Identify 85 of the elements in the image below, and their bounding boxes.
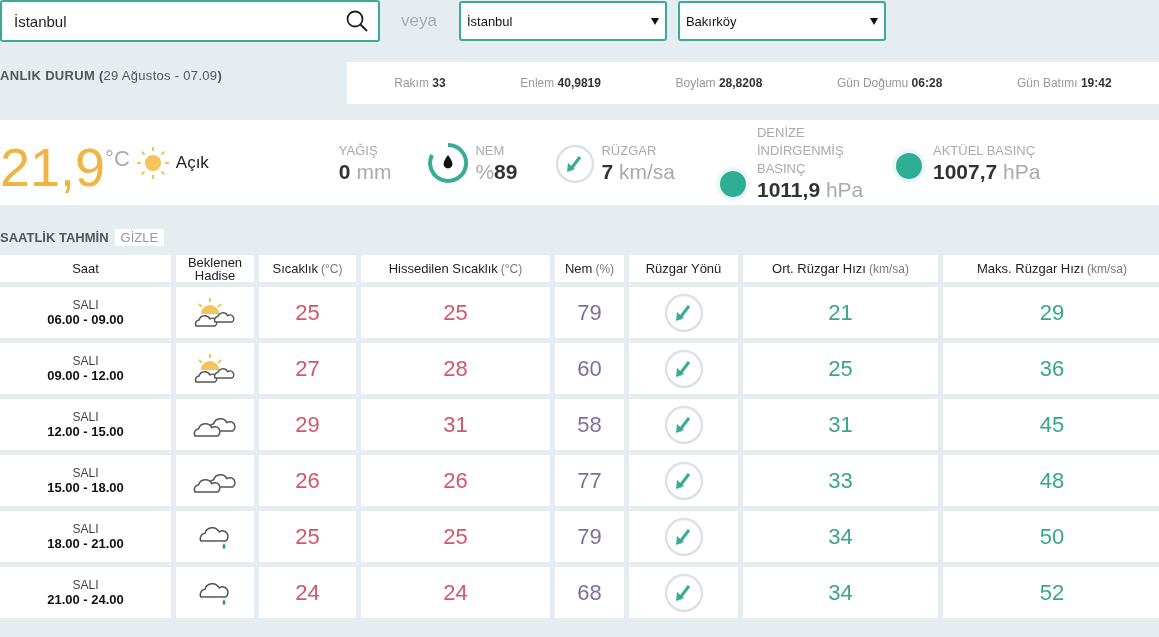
table-cell: 25: [361, 287, 550, 338]
wind-direction-icon: [663, 292, 704, 333]
table-cell: 26: [361, 455, 550, 506]
table-cell: 25: [361, 511, 550, 562]
time-cell: SALI 06.00 - 09.00: [0, 287, 171, 338]
caret-icon: [869, 17, 878, 25]
table-cell: 45: [943, 399, 1159, 450]
column-header: Rüzgar Yönü: [629, 255, 738, 282]
table-cell: 52: [943, 567, 1159, 618]
temperature-value: 21,9: [0, 135, 106, 198]
table-cell: 29: [943, 287, 1159, 338]
column-header: Saat: [0, 255, 171, 282]
stat-value: 0 mm: [338, 159, 392, 184]
time-cell: SALI 09.00 - 12.00: [0, 343, 171, 394]
caret-icon: [650, 17, 659, 25]
table-cell: 24: [361, 567, 550, 618]
table-cell: 60: [555, 343, 624, 394]
location-info-item: Gün Doğumu 06:28: [836, 76, 943, 90]
dropdown-select[interactable]: Bakırköy: [677, 1, 886, 41]
sun-icon: [135, 145, 170, 180]
table-cell: 48: [943, 455, 1159, 506]
table-cell: 25: [743, 343, 938, 394]
search-bar[interactable]: İstanbul: [0, 0, 380, 42]
column-header: Sıcaklık (°C): [259, 255, 356, 282]
wind-direction-icon: [663, 460, 704, 501]
column-header: Beklenen Hadise: [176, 255, 254, 282]
or-label: veya: [401, 11, 437, 31]
sun-behind-clouds-icon: [193, 295, 237, 330]
stat-label: RÜZGAR: [601, 141, 658, 160]
column-header: Ort. Rüzgar Hızı (km/sa): [743, 255, 938, 282]
table-cell: 58: [555, 399, 624, 450]
column-header: Maks. Rüzgar Hızı (km/sa): [943, 255, 1159, 282]
stat-value: 1011,9 hPa: [757, 177, 865, 202]
section-title: ANLIK DURUM (29 Ağustos - 07.09): [0, 68, 223, 83]
pressure-dot-icon: [891, 147, 927, 184]
dropdown-select[interactable]: İstanbul: [458, 1, 667, 41]
table-cell: 31: [743, 399, 938, 450]
table-cell: 27: [259, 343, 356, 394]
wind-direction-icon: [555, 143, 596, 184]
table-cell: 79: [555, 287, 624, 338]
table-cell: 34: [743, 511, 938, 562]
location-info-item: Rakım 33: [394, 76, 446, 90]
table-cell: 26: [259, 455, 356, 506]
time-cell: SALI 21.00 - 24.00: [0, 567, 171, 618]
search-input[interactable]: İstanbul: [12, 11, 346, 31]
table-cell: 24: [259, 567, 356, 618]
location-info-item: Gün Batımı 19:42: [1016, 76, 1112, 90]
stat-value: %89: [475, 159, 518, 184]
section-title: SAATLİK TAHMİN: [0, 229, 109, 245]
table-cell: 36: [943, 343, 1159, 394]
search-icon[interactable]: [346, 10, 368, 32]
table-cell: 77: [555, 455, 624, 506]
table-cell: 79: [555, 511, 624, 562]
table-cell: 68: [555, 567, 624, 618]
column-header: Nem (%): [555, 255, 624, 282]
stat-label: AKTÜEL BASINÇ: [933, 141, 1037, 160]
time-cell: SALI 12.00 - 15.00: [0, 399, 171, 450]
column-header: Hissedilen Sıcaklık (°C): [361, 255, 550, 282]
table-cell: 50: [943, 511, 1159, 562]
wind-direction-icon: [663, 348, 704, 389]
humidity-drop-icon: [427, 141, 470, 184]
location-info-item: Boylam 28,8208: [675, 76, 763, 90]
stat-value: 1007,7 hPa: [933, 159, 1041, 184]
stat-label: NEM: [475, 141, 506, 160]
wind-direction-icon: [663, 404, 704, 445]
table-cell: 34: [743, 567, 938, 618]
wind-direction-icon: [663, 516, 704, 557]
table-cell: 33: [743, 455, 938, 506]
condition-text: Açık: [175, 152, 209, 173]
stat-label: YAĞIŞ: [338, 141, 379, 160]
time-cell: SALI 15.00 - 18.00: [0, 455, 171, 506]
table-cell: 31: [361, 399, 550, 450]
location-info-item: Enlem 40,9819: [520, 76, 601, 90]
table-cell: 29: [259, 399, 356, 450]
stat-value: 7 km/sa: [601, 159, 675, 184]
stat-label: DENİZE İNDİRGENMİŞ BASINÇ: [757, 123, 845, 178]
sun-behind-clouds-icon: [193, 351, 237, 386]
table-cell: 21: [743, 287, 938, 338]
table-cell: 25: [259, 511, 356, 562]
temperature-unit: °C: [105, 146, 130, 172]
table-cell: 28: [361, 343, 550, 394]
pressure-dot-icon: [715, 165, 751, 202]
wind-direction-icon: [663, 572, 704, 613]
table-cell: 25: [259, 287, 356, 338]
time-cell: SALI 18.00 - 21.00: [0, 511, 171, 562]
